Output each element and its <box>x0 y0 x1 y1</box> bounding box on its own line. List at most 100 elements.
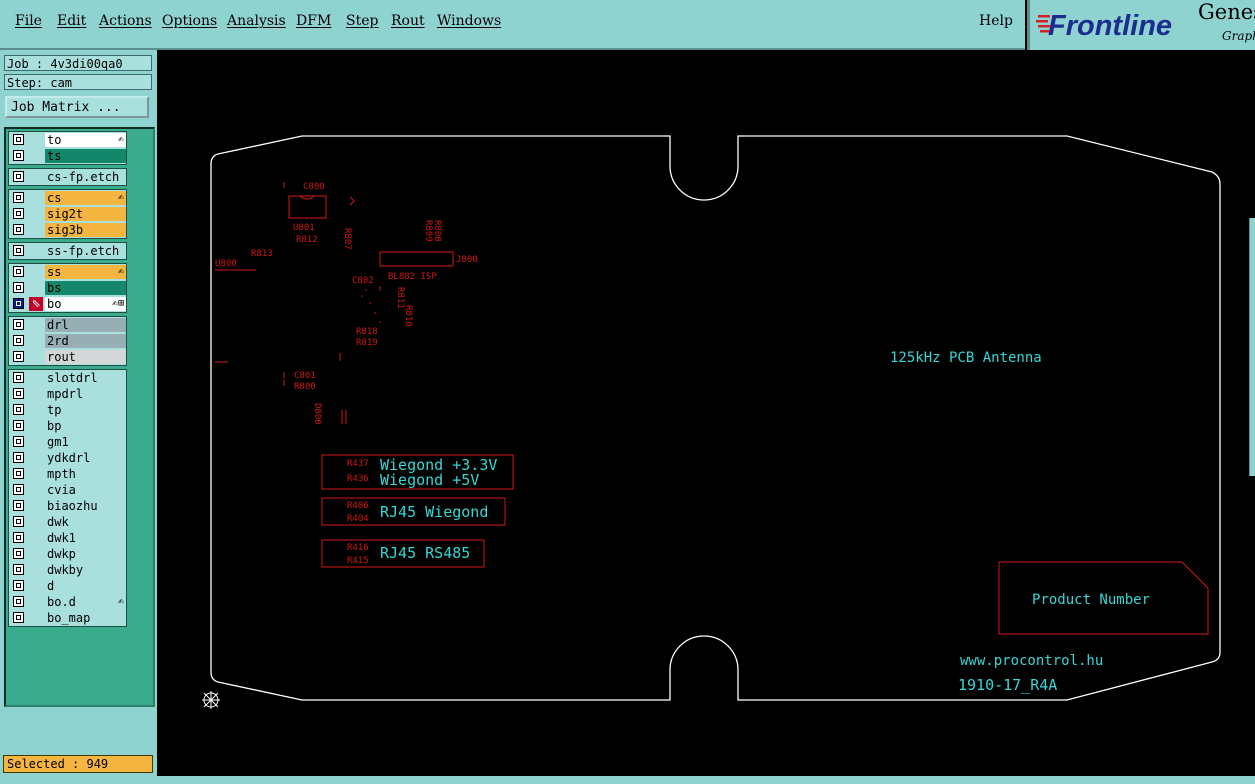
menu-actions[interactable]: Actions <box>99 13 152 29</box>
work-layer-arrow-icon[interactable]: ⇖ <box>29 297 43 311</box>
layer-name[interactable]: dwk <box>45 515 126 529</box>
layer-display-checkbox[interactable] <box>13 564 24 575</box>
layer-name[interactable]: ydkdrl <box>45 451 126 465</box>
layer-name[interactable]: to ✍ <box>45 133 126 147</box>
menu-file[interactable]: File <box>15 13 42 29</box>
layer-name[interactable]: ss ✍ <box>45 265 126 279</box>
layer-name[interactable]: 2rd <box>45 334 126 348</box>
layer-row-gm1[interactable]: gm1 <box>9 434 126 450</box>
layer-display-checkbox[interactable] <box>13 612 24 623</box>
layer-display-checkbox[interactable] <box>13 468 24 479</box>
layer-name[interactable]: dwk1 <box>45 531 126 545</box>
layer-row-dwk1[interactable]: dwk1 <box>9 530 126 546</box>
layer-row-dwk[interactable]: dwk <box>9 514 126 530</box>
layer-row-bo[interactable]: ⇖ bo ✍⊞ <box>9 296 126 312</box>
layer-row-bs[interactable]: bs <box>9 280 126 296</box>
layer-display-checkbox[interactable] <box>13 150 24 161</box>
layer-name[interactable]: dwkby <box>45 563 126 577</box>
layer-name[interactable]: ss-fp.etch <box>45 244 126 258</box>
layer-name[interactable]: biaozhu <box>45 499 126 513</box>
layer-display-checkbox[interactable] <box>13 516 24 527</box>
layer-display-checkbox[interactable] <box>13 171 24 182</box>
layer-display-checkbox[interactable] <box>13 372 24 383</box>
menu-analysis[interactable]: Analysis <box>227 13 286 29</box>
layer-row-biaozhu[interactable]: biaozhu <box>9 498 126 514</box>
layer-row-ss-fp.etch[interactable]: ss-fp.etch <box>9 243 126 259</box>
layer-row-sig2t[interactable]: sig2t <box>9 206 126 222</box>
layer-row-mpdrl[interactable]: mpdrl <box>9 386 126 402</box>
layer-display-checkbox[interactable] <box>13 484 24 495</box>
layer-display-checkbox[interactable] <box>13 319 24 330</box>
layer-name[interactable]: sig2t <box>45 207 126 221</box>
layer-name[interactable]: bo ✍⊞ <box>45 297 126 311</box>
layer-name[interactable]: d <box>45 579 126 593</box>
layer-name[interactable]: cs-fp.etch <box>45 170 126 184</box>
layer-display-checkbox[interactable] <box>13 452 24 463</box>
layer-row-2rd[interactable]: 2rd <box>9 333 126 349</box>
layer-row-to[interactable]: to ✍ <box>9 132 126 148</box>
layer-row-bo_map[interactable]: bo_map <box>9 610 126 626</box>
layer-row-tp[interactable]: tp <box>9 402 126 418</box>
layer-display-checkbox[interactable] <box>13 351 24 362</box>
layer-row-cs-fp.etch[interactable]: cs-fp.etch <box>9 169 126 185</box>
layer-display-checkbox[interactable] <box>13 245 24 256</box>
layer-name[interactable]: bo_map <box>45 611 126 625</box>
layer-name[interactable]: bo.d ✍ <box>45 595 126 609</box>
layer-row-cs[interactable]: cs ✍ <box>9 190 126 206</box>
layer-row-ts[interactable]: ts <box>9 148 126 164</box>
layer-name[interactable]: bp <box>45 419 126 433</box>
layer-display-checkbox[interactable] <box>13 266 24 277</box>
layer-display-checkbox[interactable] <box>13 298 24 309</box>
graphic-canvas[interactable]: C800 U801 R812 R813 U800 R807 R808 R809 … <box>157 50 1255 776</box>
layer-name[interactable]: cs ✍ <box>45 191 126 205</box>
layer-name[interactable]: rout <box>45 350 126 364</box>
layer-row-bp[interactable]: bp <box>9 418 126 434</box>
layer-name[interactable]: slotdrl <box>45 371 126 385</box>
layer-display-checkbox[interactable] <box>13 335 24 346</box>
layer-display-checkbox[interactable] <box>13 436 24 447</box>
layer-row-dwkby[interactable]: dwkby <box>9 562 126 578</box>
layer-display-checkbox[interactable] <box>13 282 24 293</box>
layer-row-mpth[interactable]: mpth <box>9 466 126 482</box>
menu-rout[interactable]: Rout <box>391 13 425 29</box>
layer-name[interactable]: ts <box>45 149 126 163</box>
layer-display-checkbox[interactable] <box>13 208 24 219</box>
layer-name[interactable]: mpdrl <box>45 387 126 401</box>
menu-options[interactable]: Options <box>162 13 217 29</box>
layer-name[interactable]: drl <box>45 318 126 332</box>
menu-help[interactable]: Help <box>979 13 1013 29</box>
layer-display-checkbox[interactable] <box>13 388 24 399</box>
layer-row-ydkdrl[interactable]: ydkdrl <box>9 450 126 466</box>
layer-display-checkbox[interactable] <box>13 532 24 543</box>
layer-display-checkbox[interactable] <box>13 596 24 607</box>
layer-name[interactable]: dwkp <box>45 547 126 561</box>
layer-name[interactable]: cvia <box>45 483 126 497</box>
layer-row-bo.d[interactable]: bo.d ✍ <box>9 594 126 610</box>
layer-row-slotdrl[interactable]: slotdrl <box>9 370 126 386</box>
layer-name[interactable]: sig3b <box>45 223 126 237</box>
layer-row-d[interactable]: d <box>9 578 126 594</box>
layer-row-dwkp[interactable]: dwkp <box>9 546 126 562</box>
layer-name[interactable]: gm1 <box>45 435 126 449</box>
layer-row-sig3b[interactable]: sig3b <box>9 222 126 238</box>
job-matrix-button[interactable]: Job Matrix ... <box>5 96 149 118</box>
layer-display-checkbox[interactable] <box>13 134 24 145</box>
layer-display-checkbox[interactable] <box>13 548 24 559</box>
layer-display-checkbox[interactable] <box>13 500 24 511</box>
layer-name[interactable]: tp <box>45 403 126 417</box>
layer-display-checkbox[interactable] <box>13 580 24 591</box>
menu-step[interactable]: Step <box>346 13 378 29</box>
layer-name[interactable]: mpth <box>45 467 126 481</box>
layer-row-ss[interactable]: ss ✍ <box>9 264 126 280</box>
layer-display-checkbox[interactable] <box>13 192 24 203</box>
layer-row-cvia[interactable]: cvia <box>9 482 126 498</box>
menu-windows[interactable]: Windows <box>437 13 501 29</box>
layer-row-drl[interactable]: drl <box>9 317 126 333</box>
layer-display-checkbox[interactable] <box>13 224 24 235</box>
layer-display-checkbox[interactable] <box>13 420 24 431</box>
menu-dfm[interactable]: DFM <box>296 13 331 29</box>
menu-edit[interactable]: Edit <box>57 13 86 29</box>
layer-name[interactable]: bs <box>45 281 126 295</box>
layer-display-checkbox[interactable] <box>13 404 24 415</box>
layer-row-rout[interactable]: rout <box>9 349 126 365</box>
